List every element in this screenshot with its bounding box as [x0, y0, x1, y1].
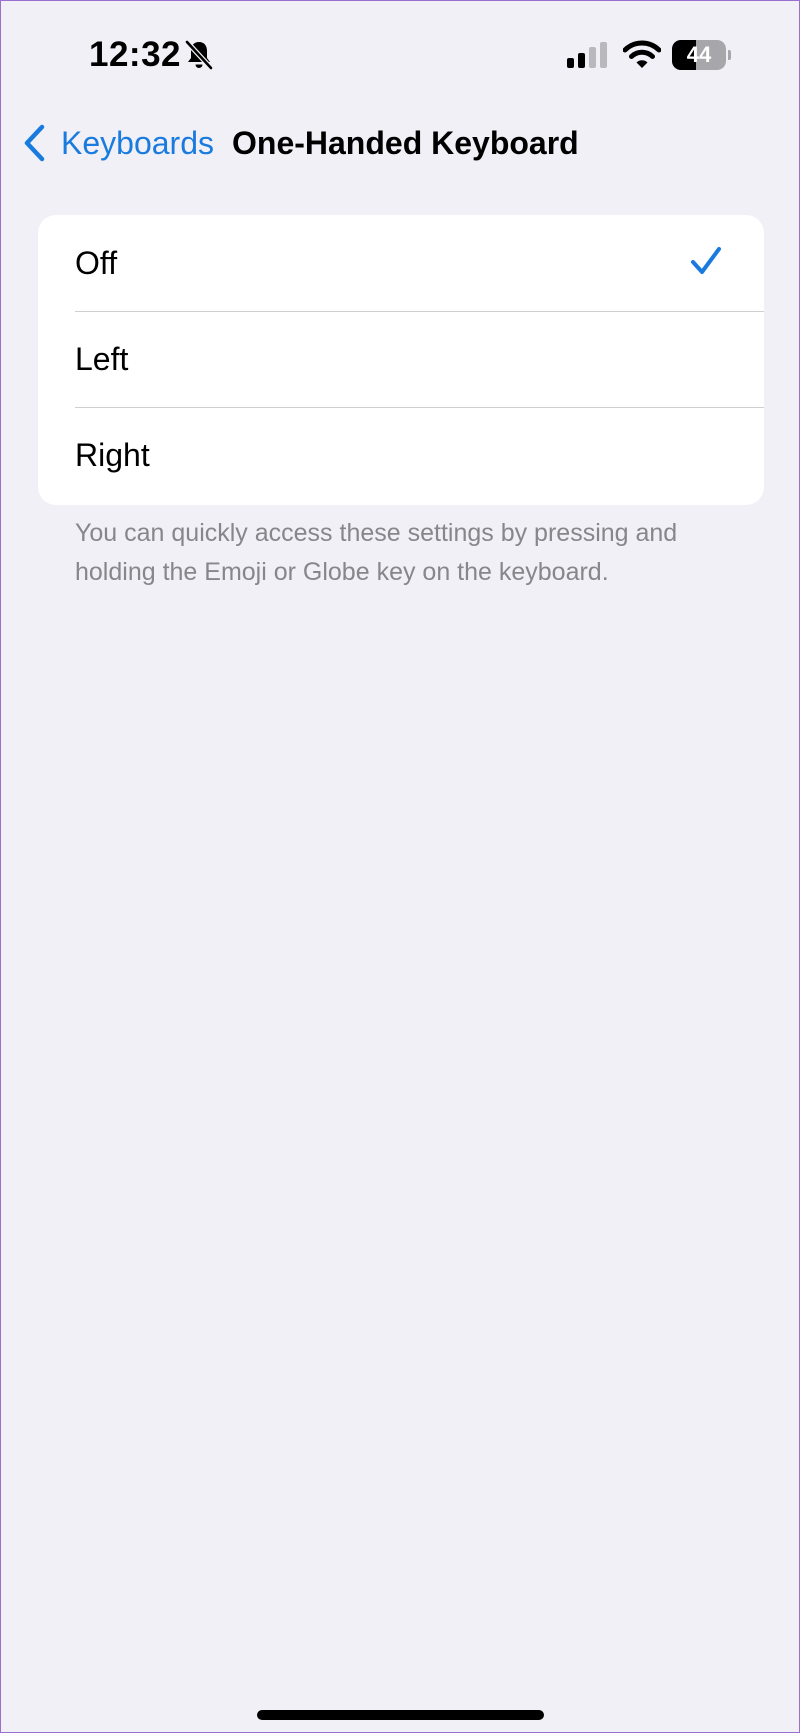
battery-level: 44 — [686, 42, 712, 67]
battery-icon: 44 — [672, 40, 731, 70]
navigation-bar: Keyboards One-Handed Keyboard — [1, 111, 800, 171]
status-bar: 12:32 44 — [1, 1, 800, 111]
home-indicator[interactable] — [257, 1710, 544, 1720]
page-title: One-Handed Keyboard — [232, 125, 579, 161]
option-right[interactable]: Right — [38, 407, 764, 503]
status-time: 12:32 — [89, 35, 182, 74]
bell-slash-icon — [184, 39, 214, 71]
options-list: Off Left Right — [38, 215, 764, 505]
option-left[interactable]: Left — [38, 311, 764, 407]
option-label: Off — [75, 245, 118, 281]
back-button[interactable]: Keyboards — [23, 123, 214, 163]
back-button-label: Keyboards — [61, 124, 214, 161]
option-label: Left — [75, 341, 129, 377]
option-off[interactable]: Off — [38, 215, 764, 311]
checkmark-icon — [691, 247, 721, 274]
option-label: Right — [75, 437, 150, 473]
chevron-left-icon — [24, 124, 45, 162]
signal-icon — [567, 42, 607, 68]
wifi-icon — [623, 40, 661, 68]
footer-note: You can quickly access these settings by… — [75, 519, 678, 586]
